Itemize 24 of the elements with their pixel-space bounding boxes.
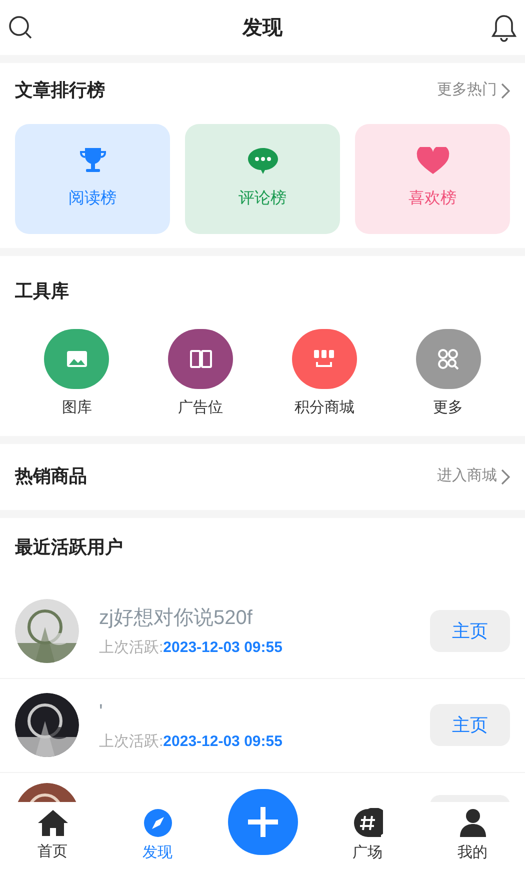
tool-item[interactable]: 更多 [386, 329, 510, 420]
tab-item[interactable]: 广场 [315, 808, 420, 864]
section-title: 文章排行榜 [15, 79, 105, 102]
section-title: 最近活跃用户 [15, 536, 123, 556]
page-title: 发现 [242, 16, 282, 40]
user-name: zj好想对你说520f [99, 606, 254, 631]
more-link[interactable]: 更多热门 [437, 79, 510, 102]
tool-item[interactable]: 广告位 [138, 329, 262, 420]
tab-item[interactable]: 首页 [0, 808, 105, 864]
last-active-text: 上次活跃:2023-12-03 09:55 [99, 732, 284, 752]
tool-item[interactable]: 积分商城 [262, 329, 386, 420]
profile-button[interactable]: 主页 [430, 704, 510, 746]
section-title: 热销商品 [15, 465, 87, 488]
profile-button[interactable]: 主页 [430, 610, 510, 652]
tool-item[interactable]: 图库 [15, 329, 139, 420]
ranking-card[interactable]: 评论榜 [185, 124, 340, 234]
shop-link[interactable]: 进入商城 [437, 465, 510, 488]
user-name: ' [99, 700, 104, 725]
ranking-card[interactable]: 阅读榜 [15, 124, 170, 234]
section-title: 工具库 [15, 281, 69, 301]
tab-item[interactable]: 我的 [420, 808, 525, 864]
last-active-text: 上次活跃:2023-12-03 09:55 [99, 638, 284, 658]
tab-item[interactable]: 发现 [105, 808, 210, 864]
ranking-card[interactable]: 喜欢榜 [355, 124, 510, 234]
